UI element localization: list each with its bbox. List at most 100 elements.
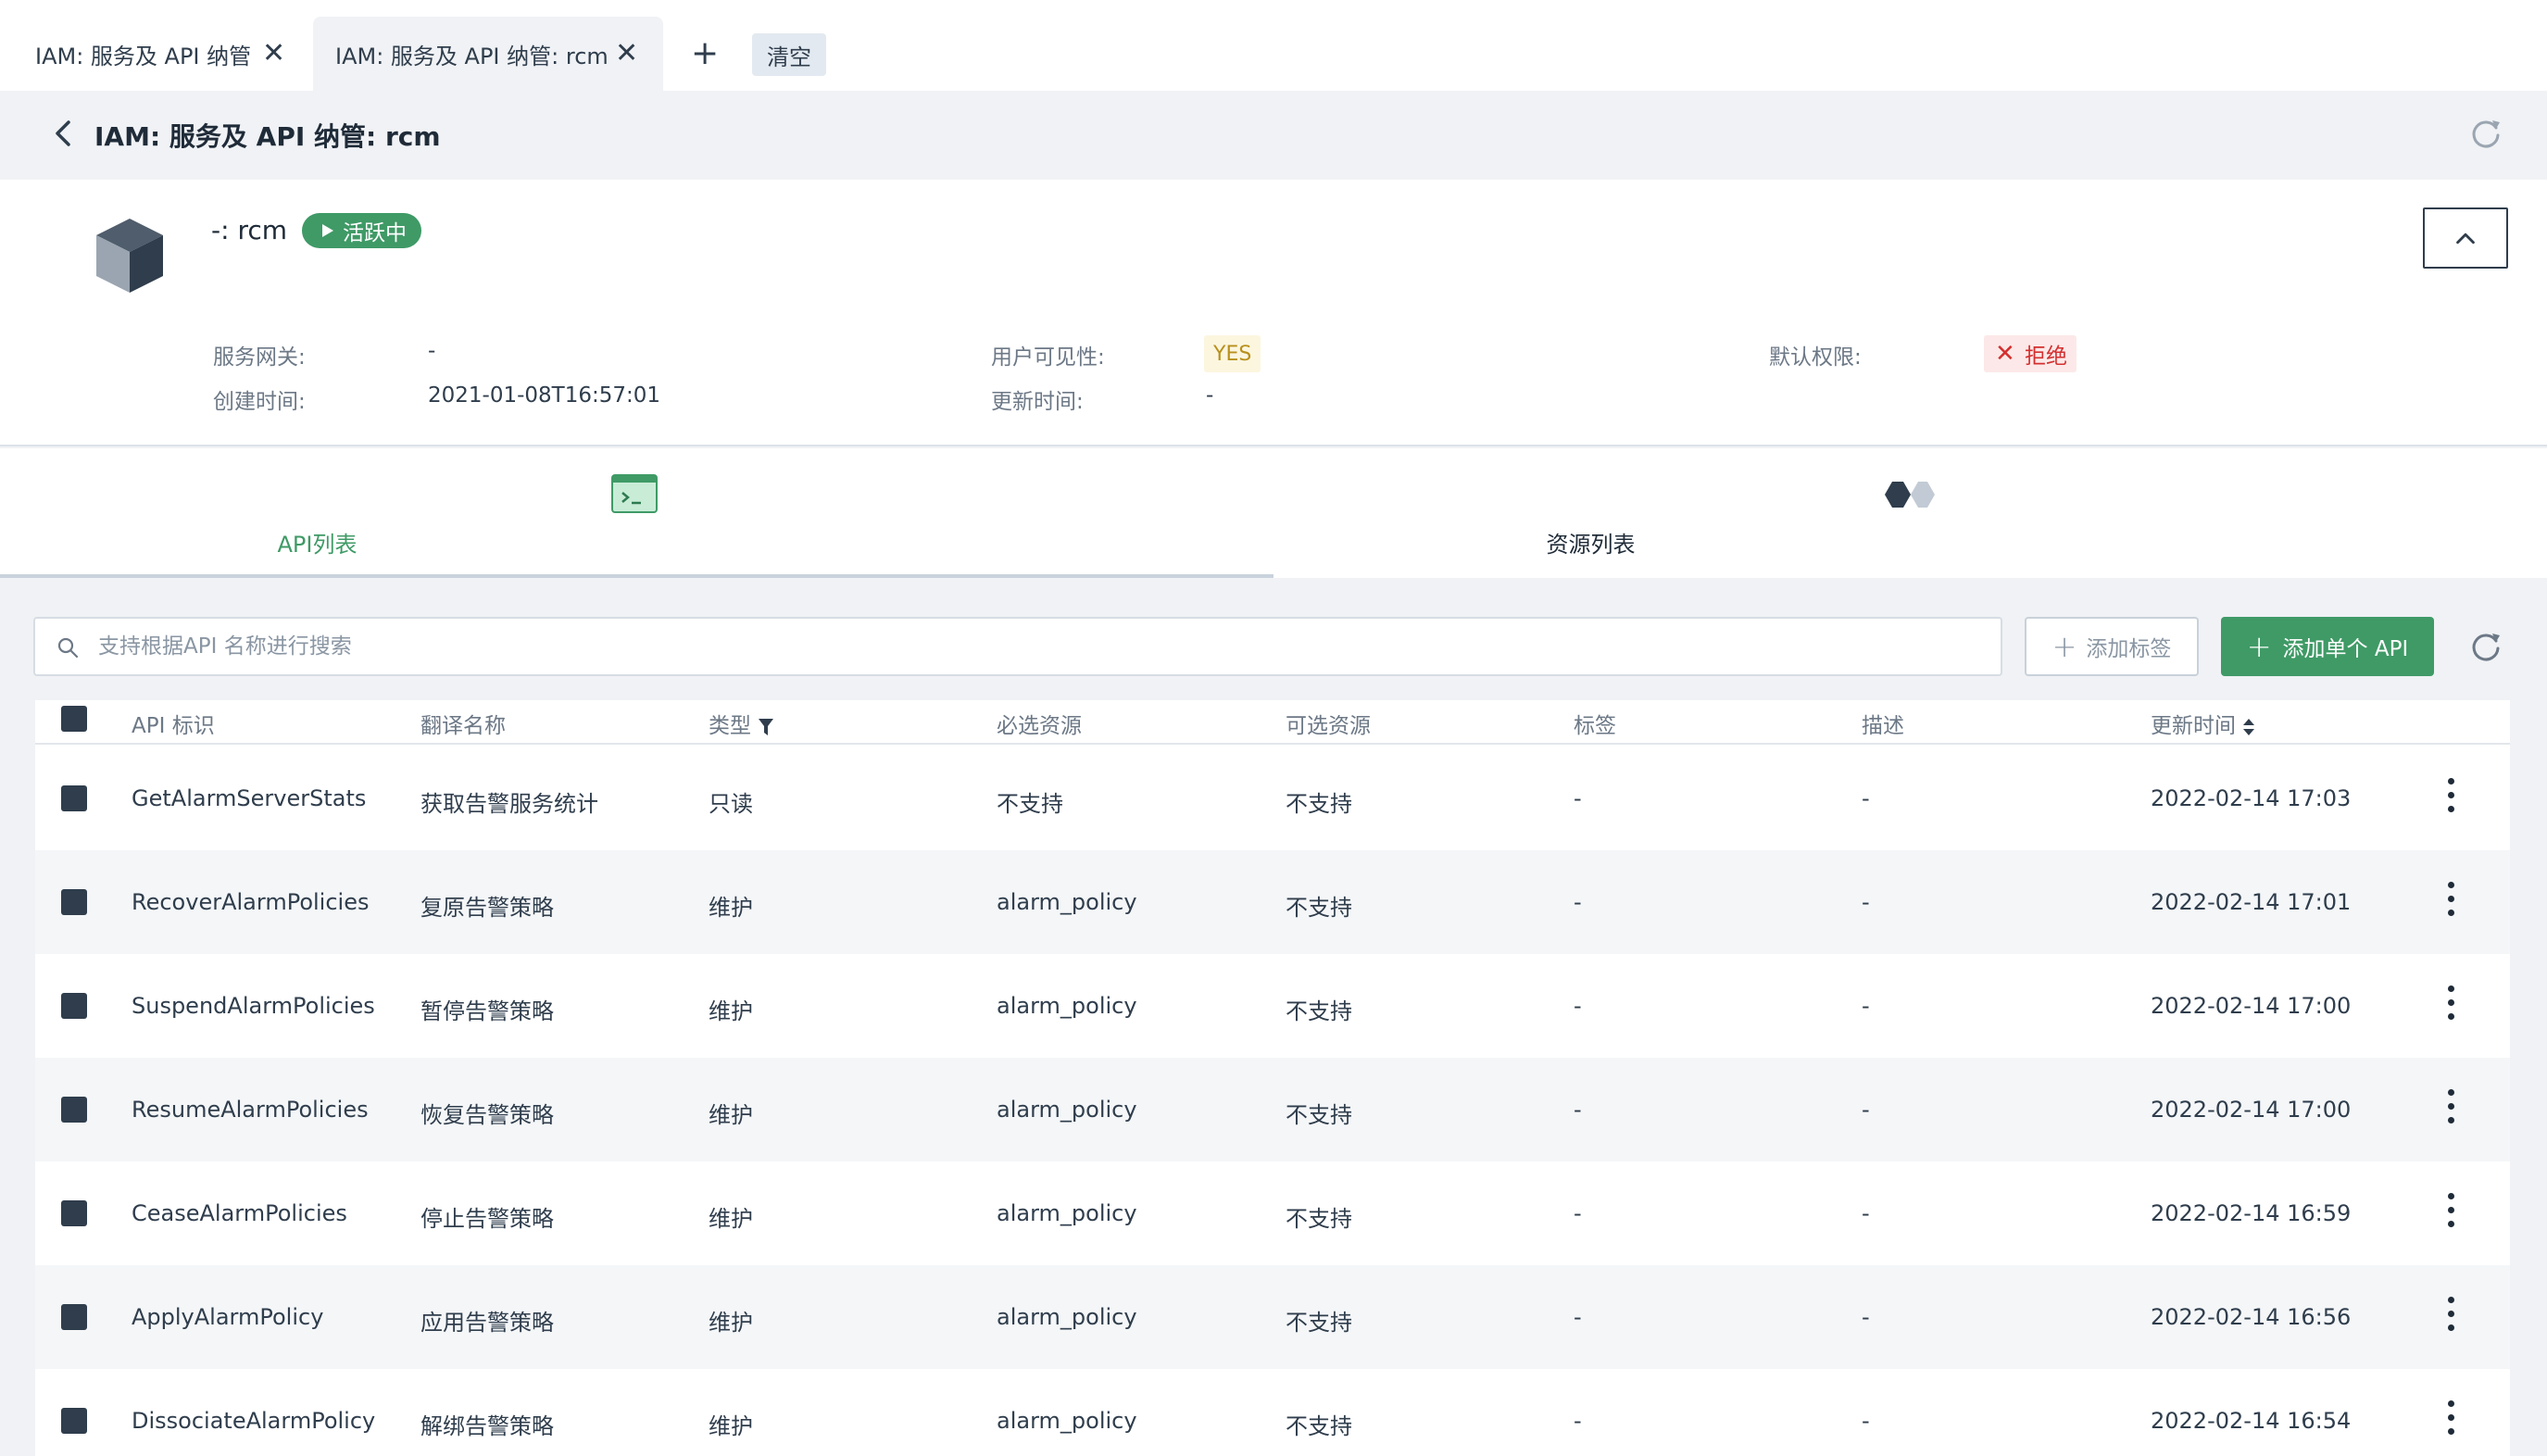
cell-optional-resource: 不支持	[1286, 1310, 1352, 1336]
col-description: 描述	[1862, 714, 1904, 738]
cell-updated-at: 2022-02-14 17:00	[2151, 1097, 2352, 1123]
collapse-button[interactable]	[2423, 207, 2508, 269]
updated-label: 更新时间:	[991, 390, 1084, 414]
cell-description: -	[1862, 1408, 1870, 1434]
tab-resource-list-label: 资源列表	[1546, 532, 1636, 558]
cell-tags: -	[1574, 1304, 1582, 1330]
cell-updated-at: 2022-02-14 16:54	[2151, 1408, 2352, 1434]
more-actions-icon[interactable]	[2445, 778, 2456, 819]
cell-tags: -	[1574, 785, 1582, 811]
row-checkbox[interactable]	[61, 785, 87, 811]
row-checkbox[interactable]	[61, 1200, 87, 1226]
col-type[interactable]: 类型	[709, 708, 774, 739]
add-api-label: 添加单个 API	[2282, 637, 2409, 661]
cell-required-resource: alarm_policy	[997, 1408, 1137, 1434]
cell-api-id: ApplyAlarmPolicy	[132, 1304, 324, 1330]
cell-updated-at: 2022-02-14 17:00	[2151, 993, 2352, 1019]
cell-updated-at: 2022-02-14 17:01	[2151, 889, 2352, 915]
tab-iam-rcm[interactable]: IAM: 服务及 API 纳管: rcm ✕	[313, 17, 663, 91]
search-box	[33, 617, 2002, 676]
tab-resource-list[interactable]: 资源列表	[1274, 448, 2547, 578]
tab-bar: IAM: 服务及 API 纳管 ✕ IAM: 服务及 API 纳管: rcm ✕…	[0, 0, 2547, 91]
cell-translated-name: 复原告警策略	[420, 895, 554, 921]
row-checkbox[interactable]	[61, 889, 87, 915]
cell-tags: -	[1574, 993, 1582, 1019]
select-all-checkbox[interactable]	[61, 706, 87, 732]
col-tags: 标签	[1574, 714, 1616, 738]
table-row[interactable]: CeaseAlarmPolicies 停止告警策略 维护 alarm_policy 不支…	[35, 1161, 2510, 1265]
row-checkbox[interactable]	[61, 1097, 87, 1123]
add-api-button[interactable]: + 添加单个 API	[2221, 617, 2434, 676]
more-actions-icon[interactable]	[2445, 1089, 2456, 1130]
cell-api-id: GetAlarmServerStats	[132, 785, 367, 811]
filter-icon[interactable]	[758, 717, 774, 737]
cell-api-id: DissociateAlarmPolicy	[132, 1408, 376, 1434]
api-table: API 标识 翻译名称 类型 必选资源 可选资源 标签 描述 更新时间 GetA…	[35, 700, 2510, 1456]
table-row[interactable]: ResumeAlarmPolicies 恢复告警策略 维护 alarm_policy 不…	[35, 1058, 2510, 1161]
cell-optional-resource: 不支持	[1286, 895, 1352, 921]
more-actions-icon[interactable]	[2445, 1400, 2456, 1441]
cell-optional-resource: 不支持	[1286, 1102, 1352, 1128]
cell-description: -	[1862, 785, 1870, 811]
status-badge: 活跃中	[302, 213, 421, 248]
cell-updated-at: 2022-02-14 17:03	[2151, 785, 2352, 811]
col-translated-name: 翻译名称	[420, 714, 506, 738]
back-icon[interactable]	[46, 115, 83, 152]
more-actions-icon[interactable]	[2445, 1297, 2456, 1337]
table-row[interactable]: ApplyAlarmPolicy 应用告警策略 维护 alarm_policy 不支持 -…	[35, 1265, 2510, 1369]
table-row[interactable]: RecoverAlarmPolicies 复原告警策略 维护 alarm_policy…	[35, 850, 2510, 954]
col-updated-label: 更新时间	[2151, 714, 2236, 738]
cell-type: 维护	[709, 1206, 753, 1232]
close-icon[interactable]: ✕	[262, 40, 285, 68]
cell-updated-at: 2022-02-14 16:56	[2151, 1304, 2352, 1330]
add-tab-icon[interactable]: +	[691, 35, 719, 72]
cell-type: 维护	[709, 1413, 753, 1439]
refresh-icon[interactable]	[2467, 115, 2504, 152]
tab-api-list-label: API列表	[277, 532, 358, 558]
default-perm-badge: ✕ 拒绝	[1984, 335, 2076, 372]
cell-type: 维护	[709, 1102, 753, 1128]
created-value: 2021-01-08T16:57:01	[428, 383, 661, 408]
cell-tags: -	[1574, 1097, 1582, 1123]
cell-updated-at: 2022-02-14 16:59	[2151, 1200, 2352, 1226]
page-title: IAM: 服务及 API 纳管: rcm	[94, 121, 441, 152]
cell-required-resource: 不支持	[997, 791, 1063, 817]
page-header: IAM: 服务及 API 纳管: rcm	[0, 91, 2547, 180]
row-checkbox[interactable]	[61, 1304, 87, 1330]
cell-required-resource: alarm_policy	[997, 1097, 1137, 1123]
close-icon[interactable]: ✕	[615, 40, 638, 68]
tab-iam-list[interactable]: IAM: 服务及 API 纳管 ✕	[0, 17, 295, 91]
tab-label: IAM: 服务及 API 纳管: rcm	[335, 43, 609, 69]
cell-api-id: SuspendAlarmPolicies	[132, 993, 375, 1019]
more-actions-icon[interactable]	[2445, 985, 2456, 1026]
clear-tabs-button[interactable]: 清空	[752, 33, 826, 76]
cell-translated-name: 获取告警服务统计	[420, 791, 598, 817]
table-row[interactable]: SuspendAlarmPolicies 暂停告警策略 维护 alarm_policy…	[35, 954, 2510, 1058]
cell-translated-name: 停止告警策略	[420, 1206, 554, 1232]
add-tag-button[interactable]: + 添加标签	[2025, 617, 2199, 676]
default-perm-value: 拒绝	[2025, 345, 2067, 369]
col-updated-at[interactable]: 更新时间	[2151, 708, 2255, 739]
tab-api-list[interactable]: API列表	[0, 448, 1274, 578]
refresh-icon[interactable]	[2467, 628, 2504, 665]
table-row[interactable]: GetAlarmServerStats 获取告警服务统计 只读 不支持 不支持 - - 202…	[35, 747, 2510, 850]
cell-translated-name: 暂停告警策略	[420, 998, 554, 1024]
more-actions-icon[interactable]	[2445, 1193, 2456, 1234]
cube-icon	[96, 219, 163, 293]
search-input[interactable]	[98, 619, 1988, 674]
plus-icon: +	[2051, 629, 2077, 664]
cell-optional-resource: 不支持	[1286, 791, 1352, 817]
cell-translated-name: 应用告警策略	[420, 1310, 554, 1336]
row-checkbox[interactable]	[61, 993, 87, 1019]
cell-tags: -	[1574, 1408, 1582, 1434]
sort-icon[interactable]	[2242, 717, 2255, 737]
more-actions-icon[interactable]	[2445, 882, 2456, 923]
table-row[interactable]: DissociateAlarmPolicy 解绑告警策略 维护 alarm_polic…	[35, 1369, 2510, 1456]
cell-type: 维护	[709, 895, 753, 921]
row-checkbox[interactable]	[61, 1408, 87, 1434]
play-icon	[322, 224, 333, 237]
updated-value: -	[1206, 383, 1214, 408]
gateway-value: -	[428, 339, 436, 363]
cell-description: -	[1862, 889, 1870, 915]
cell-api-id: RecoverAlarmPolicies	[132, 889, 370, 915]
